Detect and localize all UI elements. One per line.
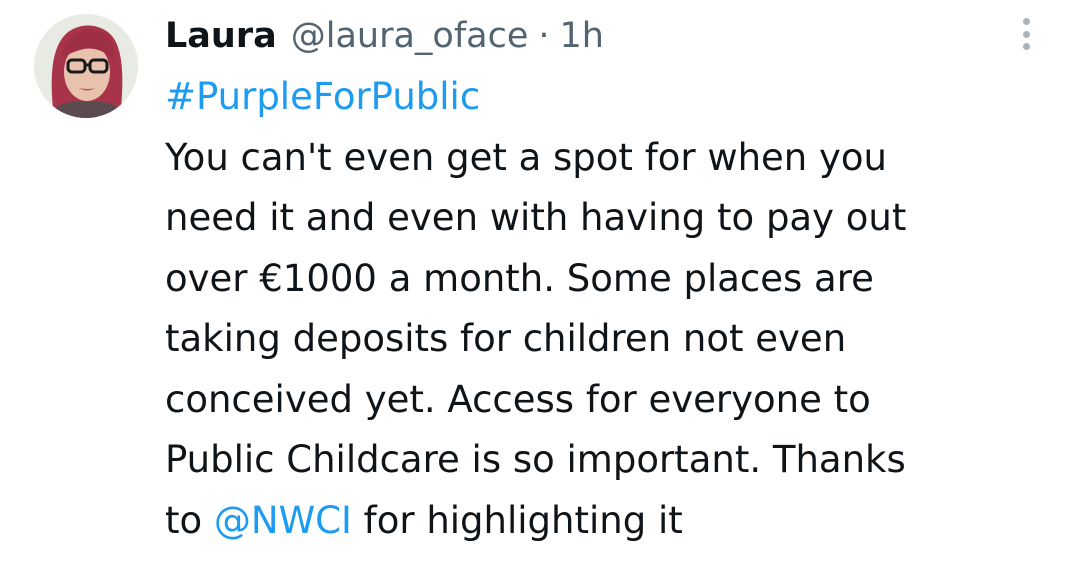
tweet-line: conceived yet. Access for everyone to (165, 377, 871, 421)
hashtag-link[interactable]: #PurpleForPublic (165, 75, 480, 118)
tweet-card[interactable]: Laura @laura_oface · 1h #PurpleForPublic… (0, 0, 1072, 567)
tweet-line: Public Childcare is so important. Thanks (165, 438, 906, 481)
avatar-image (34, 14, 138, 118)
tweet-line: over €1000 a month. Some places are (165, 256, 874, 300)
mention-link[interactable]: @NWCI (214, 499, 352, 542)
tweet-line: need it and even with having to pay out (165, 196, 907, 239)
more-vertical-icon[interactable] (1012, 16, 1040, 52)
author-handle[interactable]: @laura_oface (291, 12, 529, 60)
tweet-text: #PurpleForPublic You can't even get a sp… (165, 67, 1045, 551)
avatar[interactable] (34, 14, 138, 118)
text-suffix: for highlighting it (351, 498, 683, 542)
more-dot (1022, 18, 1030, 25)
tweet-line: taking deposits for children not even (165, 317, 847, 360)
text-prefix: to (165, 498, 214, 542)
timestamp[interactable]: 1h (560, 12, 604, 60)
tweet-line: You can't even get a spot for when you (165, 135, 888, 179)
tweet-line-last: to @NWCI for highlighting it (165, 491, 1045, 552)
more-dot (1022, 30, 1030, 38)
tweet-header: Laura @laura_oface · 1h (165, 12, 604, 60)
separator-dot: · (538, 16, 550, 56)
more-dot (1022, 43, 1030, 50)
author-name[interactable]: Laura (165, 12, 277, 60)
